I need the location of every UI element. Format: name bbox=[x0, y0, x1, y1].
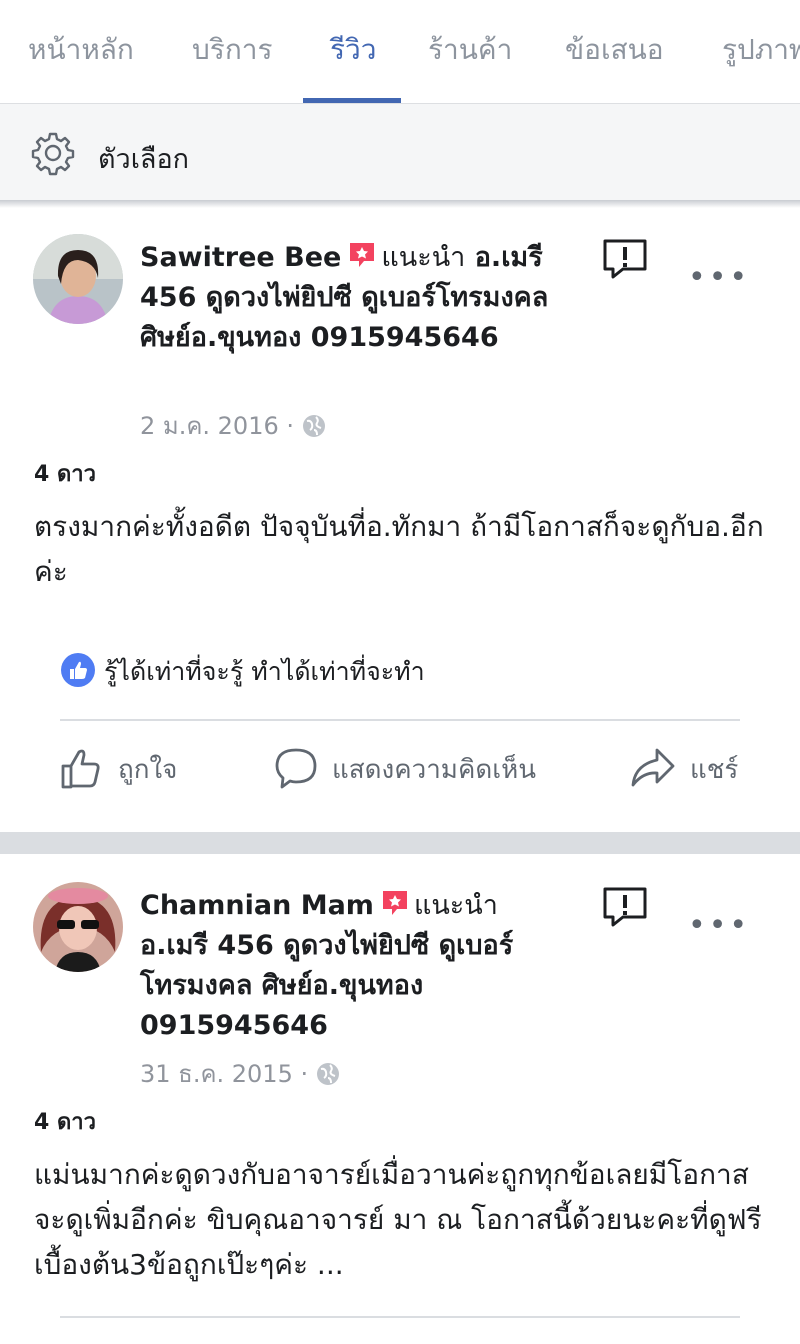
review-meta: 2 ม.ค. 2016 · bbox=[140, 406, 326, 445]
report-icon[interactable] bbox=[602, 238, 648, 280]
comment-icon bbox=[275, 748, 317, 789]
comment-button[interactable]: แสดงความคิดเห็น bbox=[274, 746, 536, 790]
share-button[interactable]: แชร์ bbox=[630, 746, 738, 790]
divider bbox=[60, 1316, 740, 1318]
more-icon[interactable]: ••• bbox=[688, 908, 750, 943]
gear-icon bbox=[31, 132, 75, 176]
more-icon[interactable]: ••• bbox=[688, 260, 750, 295]
review-card: Chamnian Mam แนะนำ อ.เมรี 456 ดูดวงไพ่ยิป… bbox=[0, 854, 800, 1344]
recommends-text: แนะนำ bbox=[381, 242, 466, 273]
like-label: ถูกใจ bbox=[118, 755, 178, 785]
tab-services[interactable]: บริการ bbox=[192, 28, 273, 72]
review-text: ตรงมากค่ะทั้งอดีต ปัจจุบันที่อ.ทักมา ถ้า… bbox=[34, 510, 764, 588]
reviewer-name[interactable]: Sawitree Bee bbox=[140, 242, 341, 273]
page-reply: รู้ได้เท่าที่จะรู้ ทำได้เท่าที่จะทำ bbox=[60, 652, 425, 692]
reviewer-name[interactable]: Chamnian Mam bbox=[140, 890, 374, 921]
options-bar[interactable]: ตัวเลือก bbox=[0, 104, 800, 202]
share-label: แชร์ bbox=[690, 755, 739, 785]
review-separator bbox=[0, 832, 800, 854]
globe-icon bbox=[303, 415, 325, 437]
recommends-text: แนะนำ bbox=[413, 890, 498, 921]
thumbs-up-icon bbox=[61, 749, 100, 789]
star-rating: 4 ดาว bbox=[34, 1110, 96, 1135]
divider bbox=[60, 719, 740, 721]
reply-text: รู้ได้เท่าที่จะรู้ ทำได้เท่าที่จะทำ bbox=[104, 657, 425, 686]
tab-offers[interactable]: ข้อเสนอ bbox=[565, 28, 664, 72]
recommend-icon bbox=[350, 243, 375, 267]
review-date[interactable]: 2 ม.ค. 2016 · bbox=[140, 412, 294, 440]
avatar[interactable] bbox=[33, 882, 123, 972]
report-icon[interactable] bbox=[602, 886, 648, 928]
tab-reviews[interactable]: รีวิว bbox=[330, 28, 376, 72]
review-card: Sawitree Bee แนะนำ อ.เมรี 456 ดูดวงไพ่ยิป… bbox=[0, 208, 800, 832]
review-header: Sawitree Bee แนะนำ อ.เมรี 456 ดูดวงไพ่ยิป… bbox=[140, 238, 560, 358]
like-badge-icon bbox=[61, 653, 95, 687]
avatar[interactable] bbox=[33, 234, 123, 324]
like-button[interactable]: ถูกใจ bbox=[60, 746, 177, 790]
review-text: แม่นมากค่ะดูดวงกับอาจารย์เมื่อวานค่ะถูกท… bbox=[34, 1158, 762, 1281]
star-rating: 4 ดาว bbox=[34, 462, 96, 487]
tab-photos[interactable]: รูปภาพ bbox=[722, 28, 800, 72]
shadow bbox=[0, 200, 800, 208]
share-icon bbox=[631, 748, 675, 787]
tab-shop[interactable]: ร้านค้า bbox=[428, 28, 512, 72]
recommend-icon bbox=[382, 891, 407, 915]
options-label: ตัวเลือก bbox=[98, 144, 190, 175]
tab-home[interactable]: หน้าหลัก bbox=[28, 28, 134, 72]
page-name[interactable]: อ.เมรี 456 ดูดวงไพ่ยิปซี ดูเบอร์โทรมงคล … bbox=[140, 930, 513, 1041]
review-meta: 31 ธ.ค. 2015 · bbox=[140, 1054, 340, 1093]
tab-bar: หน้าหลัก บริการ รีวิว ร้านค้า ข้อเสนอ รู… bbox=[0, 0, 800, 104]
globe-icon bbox=[317, 1063, 340, 1085]
review-date[interactable]: 31 ธ.ค. 2015 · bbox=[140, 1060, 308, 1088]
comment-label: แสดงความคิดเห็น bbox=[332, 755, 537, 785]
review-header: Chamnian Mam แนะนำ อ.เมรี 456 ดูดวงไพ่ยิป… bbox=[140, 886, 560, 1046]
